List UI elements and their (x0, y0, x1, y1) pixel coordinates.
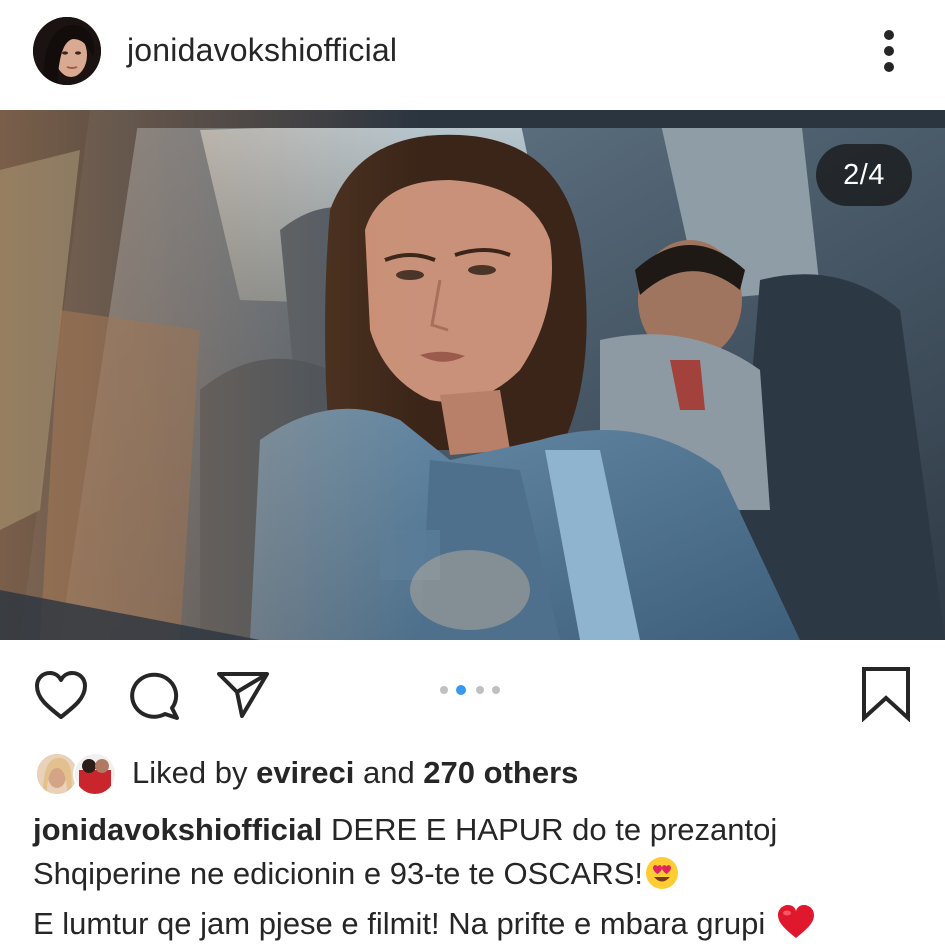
caption-line-3: E lumtur qe jam pjese e filmit! Na prift… (33, 902, 933, 952)
carousel-counter: 2/4 (816, 144, 912, 206)
pager-dot (476, 686, 484, 694)
caption-text-3: E lumtur qe jam pjese e filmit! Na prift… (33, 906, 774, 941)
pager-dot (492, 686, 500, 694)
likes-others-link[interactable]: 270 others (423, 755, 578, 790)
post-header: jonidavokshiofficial (0, 0, 945, 108)
post-image (0, 110, 945, 640)
caption-line-2: Shqiperine ne edicionin e 93-te te OSCAR… (33, 852, 933, 902)
more-vertical-icon-dot (884, 46, 894, 56)
post-username[interactable]: jonidavokshiofficial (127, 28, 397, 72)
caption-text-1: DERE E HAPUR do te prezantoj (322, 812, 778, 847)
post-actions (0, 640, 945, 740)
first-liker-link[interactable]: evireci (256, 755, 354, 790)
post-photo[interactable]: 2/4 (0, 110, 945, 640)
likes-row: Liked by evireci and 270 others (33, 748, 933, 798)
more-vertical-icon (884, 30, 894, 40)
share-button[interactable] (215, 670, 271, 727)
more-vertical-icon-dot (884, 62, 894, 72)
more-options-button[interactable] (870, 25, 910, 77)
pager-dot (440, 686, 448, 694)
save-button[interactable] (860, 666, 912, 727)
pager-dot-active (456, 685, 466, 695)
post-caption: jonidavokshiofficial DERE E HAPUR do te … (33, 808, 933, 952)
likes-text: Liked by evireci and 270 others (132, 751, 578, 795)
comment-button[interactable] (125, 670, 181, 727)
likes-prefix: Liked by (132, 755, 257, 790)
caption-username[interactable]: jonidavokshiofficial (33, 812, 322, 847)
like-button[interactable] (33, 670, 89, 727)
comment-icon (130, 672, 179, 720)
red-heart-icon (776, 904, 816, 952)
profile-avatar[interactable] (33, 17, 101, 85)
caption-text-2: Shqiperine ne edicionin e 93-te te OSCAR… (33, 856, 644, 891)
liker-avatar-2[interactable] (73, 752, 117, 796)
heart-icon (35, 671, 87, 719)
caption-line-1: jonidavokshiofficial DERE E HAPUR do te … (33, 808, 933, 852)
bookmark-icon (862, 667, 910, 723)
smiling-face-with-heart-eyes-icon (645, 856, 679, 902)
paper-plane-icon (217, 672, 269, 718)
likes-connector: and (354, 755, 424, 790)
